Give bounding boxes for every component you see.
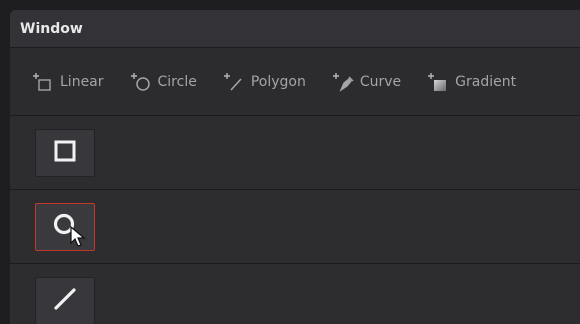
mouse-pointer-icon	[70, 225, 86, 252]
list-item	[10, 190, 580, 264]
shape-list	[10, 116, 580, 324]
window-panel: Window Linear Circle Polygon Curve Gradi…	[10, 10, 580, 324]
curve-pen-plus-icon	[332, 71, 354, 93]
tool-circle[interactable]: Circle	[130, 71, 197, 93]
line-icon	[52, 286, 78, 316]
square-icon	[53, 139, 77, 167]
line-shape-button[interactable]	[35, 277, 95, 324]
tool-polygon-label: Polygon	[250, 73, 306, 90]
tool-linear[interactable]: Linear	[32, 71, 104, 93]
tool-circle-label: Circle	[157, 73, 197, 90]
tool-gradient-label: Gradient	[455, 73, 517, 90]
list-item	[10, 264, 580, 324]
tool-curve-label: Curve	[359, 73, 402, 90]
tool-linear-label: Linear	[60, 73, 104, 90]
window-title: Window	[20, 20, 83, 37]
tool-curve[interactable]: Curve	[332, 71, 401, 93]
list-item	[10, 116, 580, 190]
shape-toolbar: Linear Circle Polygon Curve Gradient	[10, 48, 580, 116]
square-shape-button[interactable]	[35, 128, 95, 177]
gradient-plus-icon	[427, 71, 449, 93]
polygon-plus-icon	[223, 71, 245, 93]
tool-polygon[interactable]: Polygon	[223, 71, 306, 93]
circle-plus-icon	[130, 71, 152, 93]
circle-shape-button[interactable]	[35, 202, 95, 252]
linear-gradient-plus-icon	[32, 71, 54, 93]
window-title-bar: Window	[10, 10, 580, 48]
tool-gradient[interactable]: Gradient	[427, 71, 516, 93]
